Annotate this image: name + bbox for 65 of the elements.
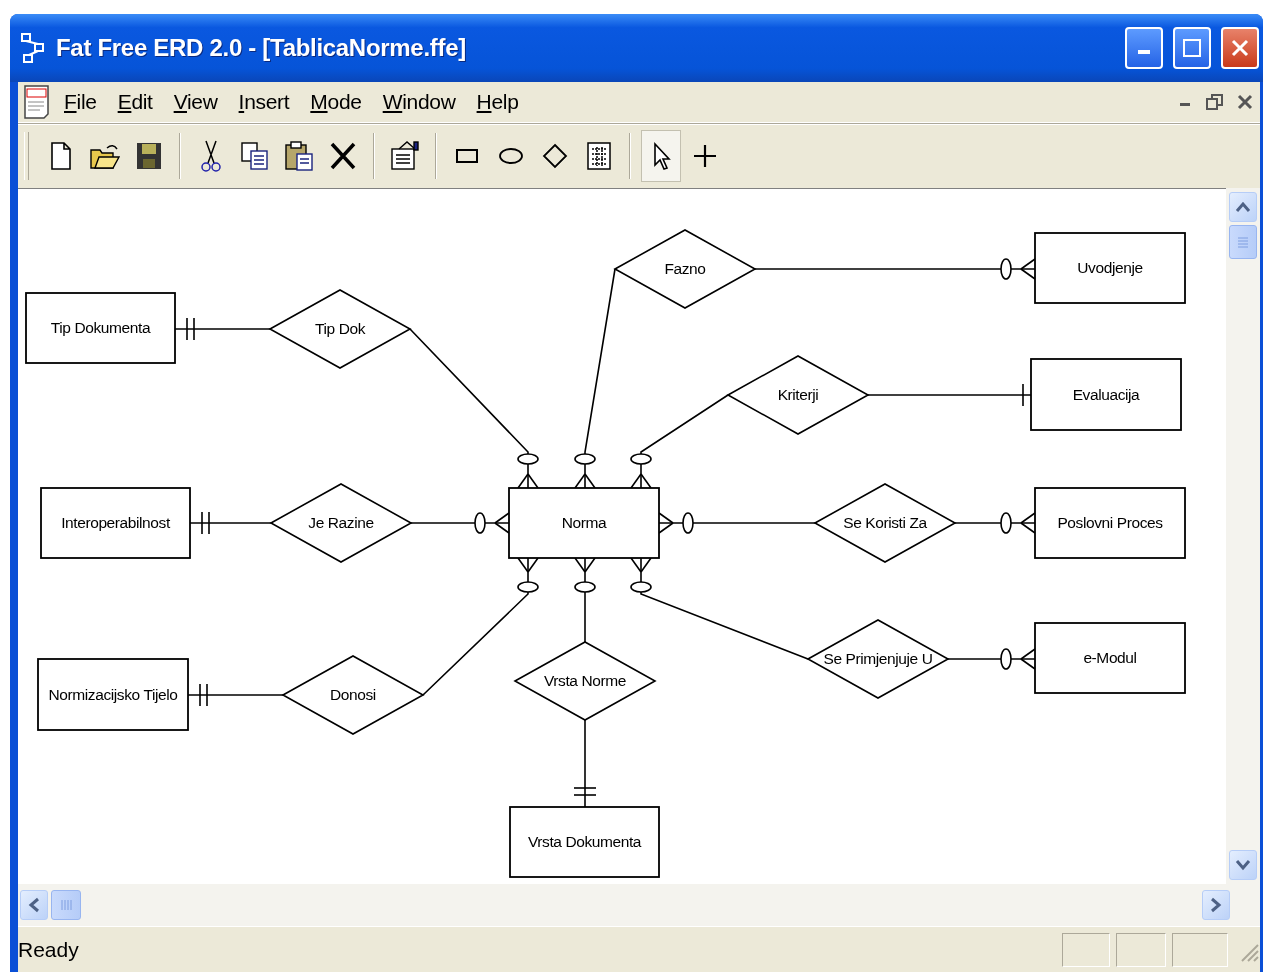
clipboard-icon	[284, 140, 314, 172]
folder-icon	[89, 142, 121, 170]
relationship: Tip Dok	[268, 289, 412, 369]
entity: Tip Dokumenta	[25, 292, 176, 364]
menu-item[interactable]: Edit	[107, 90, 164, 114]
status-panel	[1116, 932, 1166, 967]
menu-item[interactable]: Mode	[300, 90, 373, 114]
grip-icon	[1236, 235, 1250, 249]
minimize-icon	[1180, 103, 1190, 106]
rectangle-icon	[455, 148, 479, 164]
scroll-up-button[interactable]	[1229, 192, 1257, 222]
table-icon	[586, 141, 612, 171]
chevron-down-icon	[1235, 859, 1251, 871]
entity: e-Modul	[1034, 622, 1186, 694]
chevron-right-icon	[1210, 897, 1222, 913]
relationship: Kriterji	[726, 355, 870, 435]
chevron-up-icon	[1235, 201, 1251, 213]
scroll-thumb[interactable]	[51, 890, 81, 920]
status-panel	[1062, 932, 1110, 967]
diagram-icon	[20, 32, 46, 64]
copy-icon	[240, 141, 270, 171]
maximize-icon	[1182, 38, 1202, 58]
scroll-thumb[interactable]	[1229, 225, 1257, 259]
entity: Interoperabilnost	[40, 487, 191, 559]
scroll-down-button[interactable]	[1229, 850, 1257, 880]
relationship: Donosi	[281, 655, 425, 735]
menu-item[interactable]: Insert	[228, 90, 301, 114]
relationship: Se Primjenjuje U	[806, 619, 950, 699]
menu-item[interactable]: Help	[466, 90, 530, 114]
plus-icon	[692, 143, 718, 169]
pointer-icon	[651, 141, 671, 171]
entity: Normizacijsko Tijelo	[37, 658, 189, 731]
status-text: Ready	[18, 937, 80, 962]
relationship: Fazno	[613, 229, 757, 309]
entity: Poslovni Proces	[1034, 487, 1186, 559]
relationship: Vrsta Norme	[513, 641, 657, 721]
entity: Evaluacija	[1030, 358, 1182, 431]
chevron-left-icon	[28, 897, 40, 913]
scroll-left-button[interactable]	[20, 890, 48, 920]
menu-item[interactable]: Window	[372, 90, 467, 114]
minimize-button[interactable]	[1125, 27, 1163, 69]
menu-item[interactable]: File	[54, 90, 108, 114]
minimize-icon	[1138, 50, 1150, 54]
entity: Vrsta Dokumenta	[509, 806, 660, 878]
ellipse-icon	[498, 147, 524, 165]
properties-icon	[389, 140, 421, 172]
close-icon	[1230, 38, 1250, 58]
status-panel	[1172, 932, 1228, 967]
x-icon	[329, 141, 357, 171]
entity: Norma	[508, 487, 660, 559]
scroll-right-button[interactable]	[1202, 890, 1230, 920]
close-icon	[1237, 94, 1253, 110]
menu-item[interactable]: View	[163, 90, 229, 114]
restore-icon	[1206, 93, 1224, 111]
close-button[interactable]	[1221, 27, 1259, 69]
select-tool-button[interactable]	[641, 130, 681, 182]
scissors-icon	[201, 139, 221, 173]
grip-icon	[59, 898, 73, 912]
relationship: Se Koristi Za	[813, 483, 957, 563]
entity: Uvodjenje	[1034, 232, 1186, 304]
window-title: Fat Free ERD 2.0 - [TablicaNorme.ffe]	[56, 34, 467, 62]
relationship: Je Razine	[269, 483, 413, 563]
maximize-button[interactable]	[1173, 27, 1211, 69]
diamond-icon	[542, 143, 568, 169]
page-icon	[49, 141, 73, 171]
